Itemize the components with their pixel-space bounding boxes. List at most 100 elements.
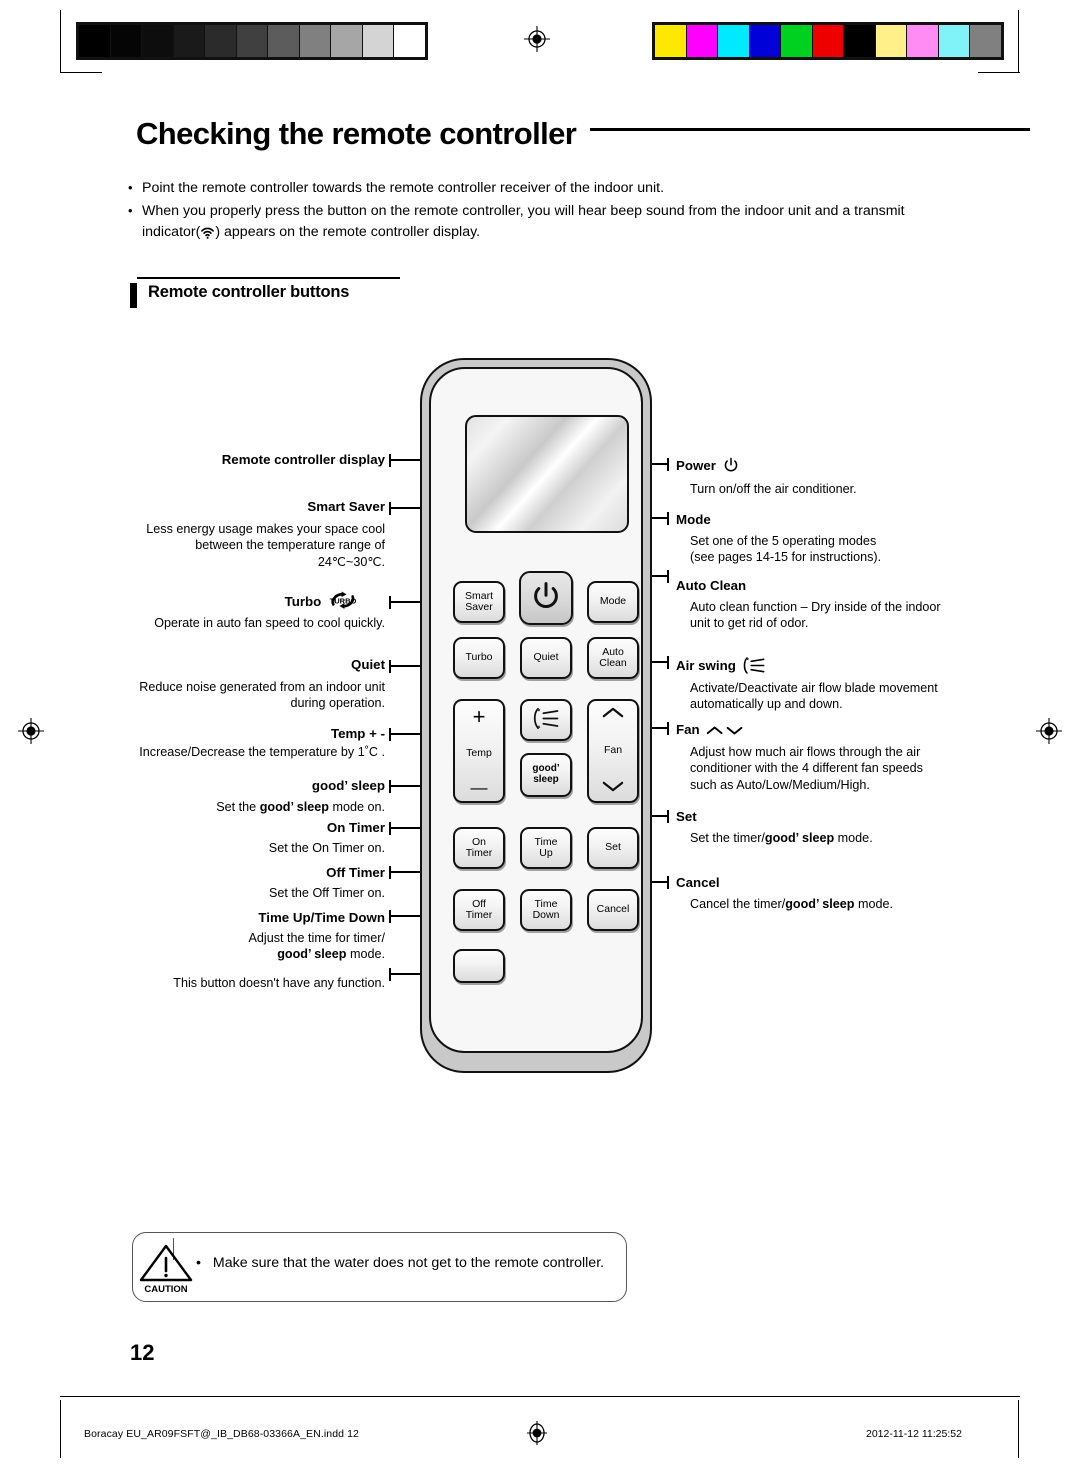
annotation-label-mode: Mode [676,512,711,527]
title-rule [590,128,1030,131]
annotation-desc-on-timer: Set the On Timer on. [268,841,385,855]
temp-plus-icon: + [472,704,486,729]
caution-triangle-icon: CAUTION [136,1242,196,1295]
annotation-desc-mode: Set one of the 5 operating modes (see pa… [690,533,1010,566]
button-time-down[interactable]: Time Down [520,889,572,931]
button-quiet[interactable]: Quiet [520,637,572,679]
desc-part: Set the [216,800,260,814]
color-swatch-8 [907,25,939,57]
annotation-desc-set: Set the timer/good’ sleep mode. [690,830,1020,846]
button-power[interactable] [519,571,573,625]
svg-text:TURBO: TURBO [330,597,357,606]
intro-bullets: • Point the remote controller towards th… [128,178,958,245]
annotation-label-auto-clean: Auto Clean [676,578,747,593]
button-label: Cancel [596,903,630,916]
annotation-label-quiet: Quiet [351,657,385,672]
annotation-label-cancel: Cancel [676,875,720,890]
button-turbo[interactable]: Turbo [453,637,505,679]
desc-part: Cancel the timer/ [690,897,786,911]
annotation-desc-good-sleep: Set the good’ sleep mode on. [120,799,385,815]
air-swing-icon [531,707,561,733]
svg-text:CAUTION: CAUTION [144,1284,187,1295]
chevron-down-icon [601,781,625,795]
button-label: Saver [465,601,493,613]
annotation-desc-off-timer: Set the Off Timer on. [269,886,385,900]
registration-target-icon-top [524,26,550,52]
bullet-dot: • [128,180,133,195]
button-auto-clean[interactable]: Auto Clean [587,637,639,679]
list-item: • When you properly press the button on … [128,201,958,243]
desc-part: mode. [346,947,385,962]
button-blank-no-function[interactable] [453,949,505,983]
button-label: Quiet [533,651,559,664]
annotation-label-text: Power [676,458,716,473]
color-swatch-9 [938,25,971,57]
annotation-label-smart-saver: Smart Saver [307,499,385,514]
button-smart-saver[interactable]: Smart Saver [453,581,505,623]
button-label: Temp [466,746,492,759]
annotation-label-off-timer: Off Timer [326,865,385,880]
registration-target-icon-bottom [524,1420,550,1446]
air-swing-icon [742,656,767,678]
list-item: • Point the remote controller towards th… [128,178,958,199]
desc-line: Activate/Deactivate air flow blade movem… [690,681,938,695]
annotation-desc-temp: Increase/Decrease the temperature by 1˚C… [139,745,385,759]
bullet-dot: • [196,1255,201,1271]
bullet-text: Point the remote controller towards the … [142,180,665,196]
trim-rule-topleft [60,72,102,74]
button-set[interactable]: Set [587,827,639,869]
grayscale-swatch-6 [268,25,300,57]
power-icon [723,457,739,476]
desc-line: automatically up and down. [690,697,843,712]
desc-part: mode. [854,897,893,911]
button-good-sleep[interactable]: good’ sleep [520,753,572,797]
power-icon [531,581,561,614]
caution-text: Make sure that the water does not get to… [212,1255,605,1271]
annotation-label-temp: Temp + - [330,726,385,741]
color-swatch-7 [875,25,908,57]
button-cancel[interactable]: Cancel [587,889,639,931]
remote-controller-illustration: Smart Saver Mode Turbo Quiet Auto Clean + [420,358,652,1073]
grayscale-swatch-5 [236,25,269,57]
section-rule [137,277,400,279]
footer-timestamp: 2012-11-12 11:25:52 [866,1428,962,1440]
color-calibration-bar [652,22,1004,60]
trim-mark-botleft [60,1400,62,1458]
annotation-desc-power: Turn on/off the air conditioner. [690,482,857,496]
annotation-desc-air-swing: Activate/Deactivate air flow blade movem… [690,680,1020,713]
button-on-timer[interactable]: On Timer [453,827,505,869]
grayscale-calibration-bar [76,22,428,60]
annotation-label-turbo: Turbo TURBO [80,590,358,613]
annotation-label-set: Set [676,809,697,824]
trim-mark-right [1018,10,1020,72]
button-label: Fan [603,744,623,757]
annotation-label-air-swing: Air swing [676,656,767,678]
desc-part: mode on. [328,800,385,814]
button-air-swing[interactable] [520,699,572,741]
desc-line: Adjust how much air flows through the ai… [690,745,921,759]
button-fan[interactable]: Fan [587,699,639,803]
grayscale-swatch-4 [205,25,237,57]
bullet-text: When you properly press the button on th… [142,201,958,243]
annotation-desc-time-up-down: Adjust the time for timer/ good’ sleep m… [120,930,385,963]
button-time-up[interactable]: Time Up [520,827,572,869]
fan-up-down-icon [706,724,744,739]
annotation-label-text: Fan [676,722,700,737]
chevron-up-icon [601,707,625,721]
button-mode[interactable]: Mode [587,581,639,623]
turbo-icon: TURBO [328,590,358,613]
button-temp[interactable]: + Temp — [453,699,505,803]
annotation-label-on-timer: On Timer [326,820,385,835]
temp-minus-icon: — [470,777,488,797]
button-off-timer[interactable]: Off Timer [453,889,505,931]
desc-part: Adjust the time for timer/ [248,931,385,945]
transmit-wifi-icon [200,225,215,239]
trim-mark-botright [1018,1400,1020,1458]
grayscale-swatch-2 [142,25,174,57]
color-swatch-6 [844,25,876,57]
annotation-label-remote-display: Remote controller display [221,452,385,467]
trim-mark-left [60,10,62,72]
grayscale-swatch-3 [173,25,206,57]
grayscale-swatch-7 [299,25,332,57]
grayscale-swatch-9 [362,25,395,57]
